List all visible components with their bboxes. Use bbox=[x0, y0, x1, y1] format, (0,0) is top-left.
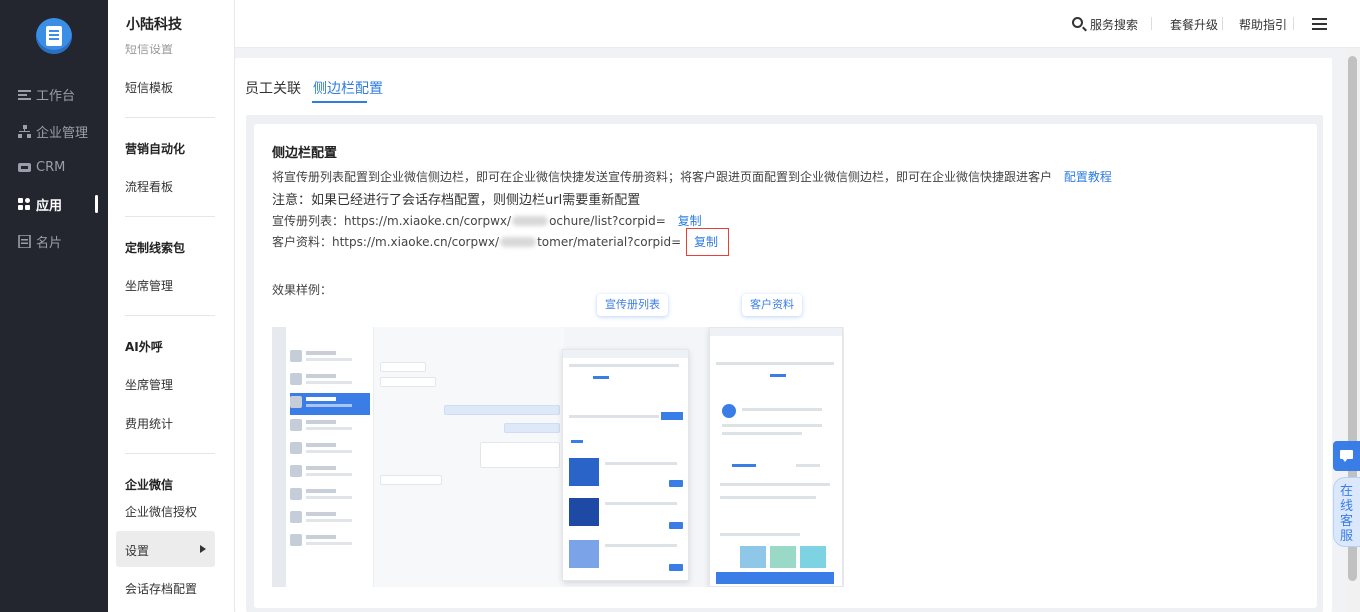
brochure-list-tag: 宣传册列表 bbox=[597, 294, 668, 316]
apps-grid-icon bbox=[18, 197, 30, 210]
card-icon bbox=[18, 234, 31, 248]
divider bbox=[125, 216, 215, 217]
submenu-item-fee-stats[interactable]: 费用统计 bbox=[125, 415, 173, 432]
submenu-group-custom-leads: 定制线索包 bbox=[125, 241, 186, 255]
rail-item-label: 应用 bbox=[36, 198, 63, 214]
preview-chat-row bbox=[290, 393, 370, 415]
note-text: 注意：如果已经进行了会话存档配置，则侧边栏url需要重新配置 bbox=[272, 193, 641, 208]
hamburger-menu-icon[interactable] bbox=[1312, 18, 1327, 20]
customer-url-suffix: tomer/material?corpid= bbox=[537, 235, 682, 249]
preview-chat-row bbox=[290, 462, 370, 484]
preview-sidebar bbox=[272, 327, 286, 587]
submenu-group-marketing: 营销自动化 bbox=[125, 142, 186, 156]
preview-chat-row bbox=[290, 370, 370, 392]
example-label: 效果样例： bbox=[272, 283, 333, 297]
rail-item-workbench[interactable]: 工作台 bbox=[18, 84, 75, 104]
preview-chat-row bbox=[290, 416, 370, 438]
brochure-url-row: 宣传册列表：https://m.xiaoke.cn/corpwx/ochure/… bbox=[272, 212, 702, 229]
menu-icon bbox=[18, 89, 31, 100]
submenu-item-settings[interactable]: 设置 bbox=[125, 542, 149, 559]
submenu-item-flow-board[interactable]: 流程看板 bbox=[125, 178, 173, 195]
preview-chat-list bbox=[286, 327, 374, 587]
rail-item-crm[interactable]: CRM bbox=[18, 157, 65, 177]
rail-item-label: CRM bbox=[36, 159, 66, 175]
copy-customer-url-button[interactable]: 复制 bbox=[694, 235, 718, 249]
preview-chat-row bbox=[290, 508, 370, 530]
org-tree-icon bbox=[18, 124, 31, 138]
sub-menu: 小陆科技 短信设置 短信模板 营销自动化 流程看板 定制线索包 坐席管理 AI外… bbox=[108, 0, 235, 612]
divider bbox=[1293, 17, 1294, 30]
main-nav-rail: 工作台 企业管理 CRM 应用 名片 bbox=[0, 0, 108, 612]
submenu-group-ai-call: AI外呼 bbox=[125, 340, 163, 354]
plan-upgrade-link[interactable]: 套餐升级 bbox=[1170, 16, 1218, 33]
preview-chat-row bbox=[290, 485, 370, 507]
submenu-item-sms-settings[interactable]: 短信设置 bbox=[125, 44, 173, 57]
divider bbox=[125, 315, 215, 316]
rail-item-label: 名片 bbox=[36, 235, 63, 251]
search-icon[interactable] bbox=[1072, 17, 1083, 28]
preview-chat-row bbox=[290, 347, 370, 369]
submenu-group-wecom: 企业微信 bbox=[125, 478, 174, 492]
chat-bubble-icon[interactable] bbox=[1333, 441, 1360, 471]
brochure-url-prefix: 宣传册列表：https://m.xiaoke.cn/corpwx/ bbox=[272, 214, 512, 228]
app-logo-icon[interactable] bbox=[36, 18, 72, 54]
submenu-item-ai-seat-mgmt[interactable]: 坐席管理 bbox=[125, 376, 173, 393]
online-service-button[interactable]: 在线客服 bbox=[1333, 477, 1360, 547]
preview-customer-phone bbox=[709, 327, 843, 587]
rail-active-indicator bbox=[95, 195, 98, 213]
preview-chat-window bbox=[374, 327, 564, 587]
submenu-item-wecom-auth[interactable]: 企业微信授权 bbox=[125, 503, 197, 520]
copy-brochure-url-button[interactable]: 复制 bbox=[678, 214, 702, 228]
description: 将宣传册列表配置到企业微信侧边栏，即可在企业微信快捷发送宣传册资料；将客户跟进页… bbox=[272, 170, 1053, 184]
brochure-url-suffix: ochure/list?corpid= bbox=[549, 214, 666, 228]
main-panel: 员工关联 侧边栏配置 侧边栏配置 将宣传册列表配置到企业微信侧边栏，即可在企业微… bbox=[235, 58, 1332, 612]
copy-customer-url-highlight: 复制 bbox=[685, 228, 729, 256]
tutorial-link[interactable]: 配置教程 bbox=[1064, 170, 1112, 184]
redacted-segment bbox=[500, 237, 537, 247]
rail-item-enterprise[interactable]: 企业管理 bbox=[18, 121, 88, 141]
submenu-item-archive-config[interactable]: 会话存档配置 bbox=[125, 580, 197, 597]
divider bbox=[1151, 17, 1152, 30]
company-name: 小陆科技 bbox=[126, 17, 182, 33]
service-search-link[interactable]: 服务搜索 bbox=[1090, 16, 1138, 33]
preview-brochure-phone bbox=[562, 349, 689, 581]
submenu-item-sms-template[interactable]: 短信模板 bbox=[125, 79, 173, 96]
customer-info-tag: 客户资料 bbox=[742, 294, 802, 316]
online-service-label: 在线客服 bbox=[1340, 484, 1354, 544]
divider bbox=[1222, 17, 1223, 30]
example-preview-image bbox=[272, 327, 844, 587]
rail-item-label: 工作台 bbox=[36, 88, 76, 104]
customer-url-prefix: 客户资料：https://m.xiaoke.cn/corpwx/ bbox=[272, 235, 500, 249]
rail-item-apps[interactable]: 应用 bbox=[18, 194, 62, 214]
crm-icon bbox=[18, 162, 31, 172]
divider bbox=[125, 453, 215, 454]
help-guide-link[interactable]: 帮助指引 bbox=[1239, 16, 1287, 33]
tab-employee-link[interactable]: 员工关联 bbox=[245, 78, 301, 98]
rail-item-card[interactable]: 名片 bbox=[18, 231, 62, 251]
divider bbox=[125, 117, 215, 118]
preview-chat-row bbox=[290, 439, 370, 461]
redacted-segment bbox=[512, 216, 549, 226]
preview-chat-row bbox=[290, 531, 370, 553]
customer-url-row: 客户资料：https://m.xiaoke.cn/corpwx/tomer/ma… bbox=[272, 228, 729, 256]
tab-sidebar-config[interactable]: 侧边栏配置 bbox=[313, 78, 383, 98]
active-tab-indicator bbox=[312, 101, 367, 103]
sidebar-config-card: 侧边栏配置 将宣传册列表配置到企业微信侧边栏，即可在企业微信快捷发送宣传册资料；… bbox=[254, 124, 1317, 608]
description-text: 将宣传册列表配置到企业微信侧边栏，即可在企业微信快捷发送宣传册资料；将客户跟进页… bbox=[272, 168, 1112, 185]
card-title: 侧边栏配置 bbox=[272, 146, 338, 161]
rail-item-label: 企业管理 bbox=[36, 125, 89, 141]
caret-right-icon bbox=[200, 545, 206, 553]
submenu-item-seat-mgmt[interactable]: 坐席管理 bbox=[125, 277, 173, 294]
top-bar: 服务搜索 套餐升级 帮助指引 bbox=[235, 0, 1360, 48]
